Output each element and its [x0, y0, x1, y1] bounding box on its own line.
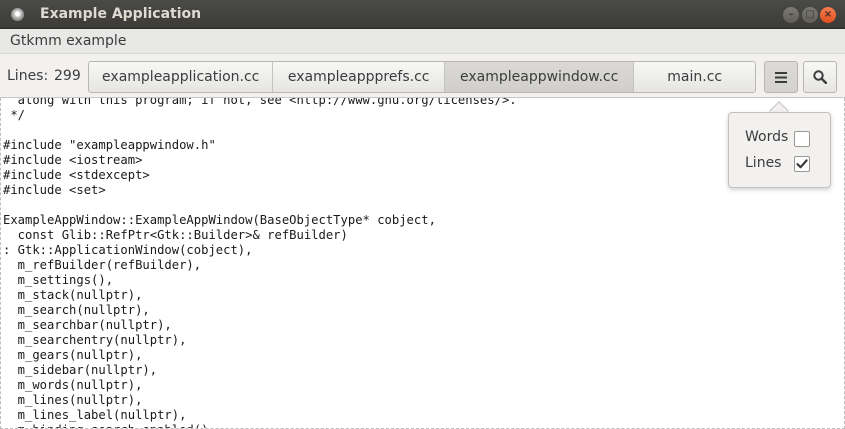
search-icon: [813, 70, 827, 84]
gears-popover: Words Lines: [728, 112, 831, 188]
code-line: : Gtk::ApplicationWindow(cobject),: [3, 243, 253, 257]
maximize-button[interactable]: □: [802, 7, 818, 23]
lines-caption: Lines:: [7, 68, 49, 84]
code-line: ExampleAppWindow::ExampleAppWindow(BaseO…: [3, 213, 436, 227]
code-line: m_searchentry(nullptr),: [3, 333, 187, 347]
checkmark-icon: [796, 159, 808, 169]
code-line: m_sidebar(nullptr),: [3, 363, 158, 377]
code-line: m_gears(nullptr),: [3, 348, 143, 362]
tab-exampleappprefs[interactable]: exampleappprefs.cc: [273, 62, 445, 92]
code-line: const Glib::RefPtr<Gtk::Builder>& refBui…: [3, 228, 348, 242]
code-line: m_lines(nullptr),: [3, 393, 143, 407]
search-button[interactable]: [803, 61, 837, 93]
code-line: #include <stdexcept>: [3, 168, 150, 182]
code-line: m_settings(),: [3, 273, 114, 287]
hamburger-menu-icon: [775, 71, 787, 83]
code-line: m_stack(nullptr),: [3, 288, 143, 302]
gears-menu-button[interactable]: [764, 61, 798, 93]
code-line: m_search(nullptr),: [3, 303, 150, 317]
words-checkbox[interactable]: [794, 131, 810, 147]
window-title: Example Application: [40, 6, 202, 22]
app-icon: [11, 8, 24, 21]
code-line: m_words(nullptr),: [3, 378, 143, 392]
close-button[interactable]: ×: [820, 7, 836, 23]
text-view[interactable]: along with this program; if not, see <ht…: [0, 98, 845, 429]
words-toggle-label: Words: [745, 129, 789, 145]
app-menu-label[interactable]: Gtkmm example: [10, 33, 126, 49]
source-code: along with this program; if not, see <ht…: [3, 98, 517, 428]
code-line: m_binding_search_enabled(): [3, 423, 517, 428]
lines-checkbox[interactable]: [794, 156, 810, 172]
tab-main[interactable]: main.cc: [634, 62, 755, 92]
lines-toggle-label: Lines: [745, 155, 782, 171]
minimize-button[interactable]: –: [783, 7, 799, 23]
code-line: #include "exampleappwindow.h": [3, 138, 216, 152]
code-line: m_lines_label(nullptr),: [3, 408, 187, 422]
code-line: #include <iostream>: [3, 153, 143, 167]
title-bar: Example Application – □ ×: [0, 0, 845, 29]
code-line: along with this program; if not, see <ht…: [3, 98, 517, 107]
code-line: m_searchbar(nullptr),: [3, 318, 172, 332]
tab-exampleapplication[interactable]: exampleapplication.cc: [89, 62, 274, 92]
lines-count: 299: [54, 68, 81, 84]
toolbar: Lines: 299 exampleapplication.cc example…: [0, 54, 845, 98]
code-line: #include <set>: [3, 183, 106, 197]
code-line: m_refBuilder(refBuilder),: [3, 258, 202, 272]
app-menu-bar: Gtkmm example: [0, 29, 845, 54]
tab-exampleappwindow[interactable]: exampleappwindow.cc: [444, 62, 635, 92]
code-line: */: [3, 108, 26, 122]
file-tabs: exampleapplication.cc exampleappprefs.cc…: [88, 61, 756, 93]
